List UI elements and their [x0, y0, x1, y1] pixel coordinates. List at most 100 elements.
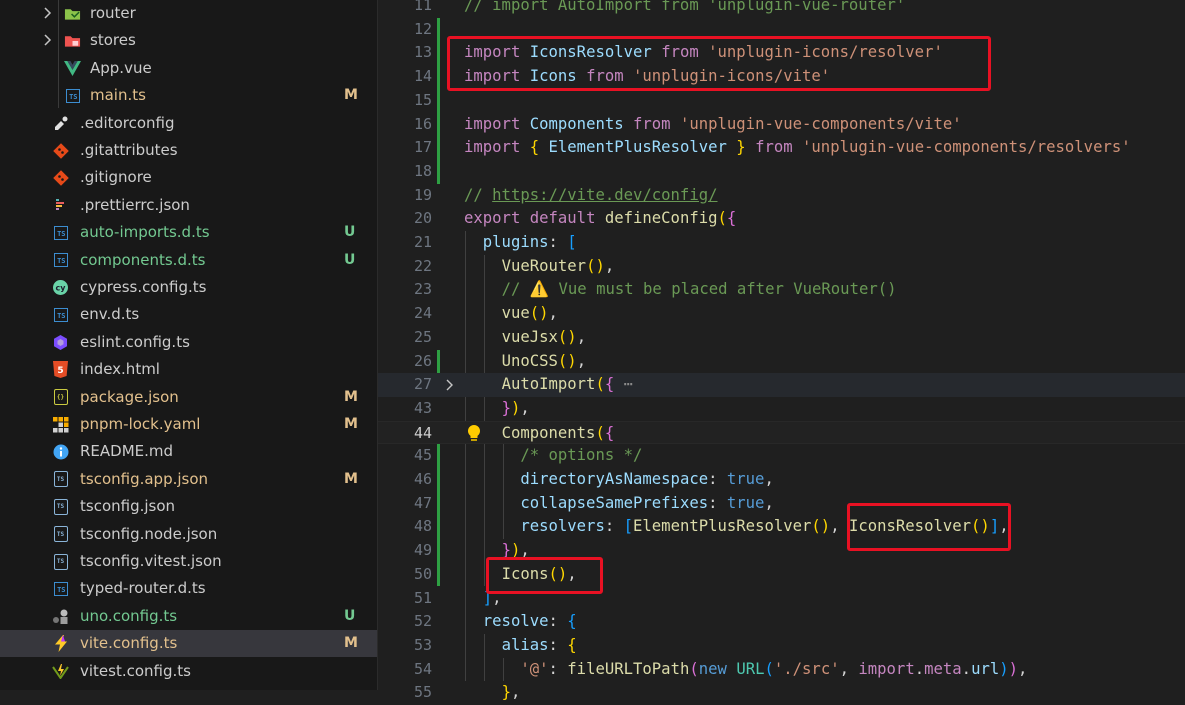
- file-item[interactable]: vite.config.ts M: [0, 630, 377, 658]
- tsconfig-icon: TS: [52, 526, 69, 543]
- code-text[interactable]: // ⚠️ Vue must be placed after VueRouter…: [464, 278, 897, 301]
- code-text[interactable]: collapseSamePrefixes: true,: [464, 492, 774, 515]
- code-line[interactable]: 55 },: [378, 681, 1185, 705]
- lightbulb-icon[interactable]: [466, 424, 482, 443]
- code-text[interactable]: import Components from 'unplugin-vue-com…: [464, 113, 962, 136]
- file-name: package.json: [80, 387, 179, 406]
- file-item[interactable]: .gitignore: [0, 164, 377, 191]
- file-item[interactable]: TS components.d.ts U: [0, 247, 377, 274]
- file-item[interactable]: TS tsconfig.json: [0, 493, 377, 520]
- code-line[interactable]: 48 resolvers: [ElementPlusResolver(), Ic…: [378, 515, 1185, 539]
- git-status-badge: U: [344, 251, 356, 268]
- code-line[interactable]: 11 // import AutoImport from 'unplugin-vu…: [378, 0, 1185, 18]
- code-line[interactable]: 20 export default defineConfig({: [378, 207, 1185, 231]
- file-item[interactable]: pnpm-lock.yaml M: [0, 411, 377, 438]
- file-item[interactable]: App.vue: [0, 55, 377, 82]
- svg-text:5: 5: [57, 366, 63, 376]
- code-line[interactable]: 44 Components({: [378, 420, 1185, 445]
- code-line[interactable]: 26 UnoCSS(),: [378, 350, 1185, 374]
- code-line[interactable]: 18: [378, 160, 1185, 184]
- code-token: '@': [520, 659, 549, 678]
- code-token: [: [623, 517, 634, 536]
- fold-chevron-icon[interactable]: [444, 377, 456, 391]
- code-text[interactable]: }),: [464, 397, 530, 420]
- code-text[interactable]: import { ElementPlusResolver } from 'unp…: [464, 136, 1131, 159]
- code-line[interactable]: 27 AutoImport({ ⋯: [378, 373, 1185, 397]
- code-line[interactable]: 23 // ⚠️ Vue must be placed after VueRou…: [378, 278, 1185, 302]
- code-token: AutoImport: [501, 375, 596, 394]
- chevron-right-icon[interactable]: [42, 5, 54, 21]
- code-line[interactable]: 45 /* options */: [378, 444, 1185, 468]
- code-line[interactable]: 16 import Components from 'unplugin-vue-c…: [378, 113, 1185, 137]
- code-editor[interactable]: 11 // import AutoImport from 'unplugin-vu…: [378, 0, 1185, 701]
- code-token: //: [464, 185, 493, 204]
- code-token: defineConfig: [604, 209, 718, 228]
- code-line[interactable]: 25 vueJsx(),: [378, 326, 1185, 350]
- code-text[interactable]: resolve: {: [464, 610, 577, 633]
- file-item[interactable]: {} package.json M: [0, 384, 377, 411]
- file-item[interactable]: .prettierrc.json: [0, 192, 377, 219]
- file-item[interactable]: TS env.d.ts: [0, 301, 377, 328]
- chevron-right-icon[interactable]: [42, 32, 54, 48]
- file-item[interactable]: TS tsconfig.node.json: [0, 521, 377, 548]
- file-item[interactable]: cy cypress.config.ts: [0, 274, 377, 301]
- file-name: tsconfig.json: [80, 497, 176, 516]
- file-item[interactable]: 5 index.html: [0, 356, 377, 383]
- code-line[interactable]: 24 vue(),: [378, 302, 1185, 326]
- code-line[interactable]: 53 alias: {: [378, 634, 1185, 658]
- code-text[interactable]: // import AutoImport from 'unplugin-vue-…: [464, 0, 905, 17]
- code-token: 'unplugin-vue-components/vite': [679, 114, 962, 133]
- code-token: meta: [924, 659, 962, 678]
- code-line[interactable]: 19 // https://vite.dev/config/: [378, 184, 1185, 208]
- code-text[interactable]: AutoImport({ ⋯: [464, 373, 633, 396]
- code-text[interactable]: vue(),: [464, 302, 558, 325]
- file-item[interactable]: TS main.ts M: [0, 82, 377, 109]
- file-item[interactable]: TS auto-imports.d.ts U: [0, 219, 377, 246]
- code-token: {: [604, 423, 615, 442]
- code-line[interactable]: 22 VueRouter(),: [378, 255, 1185, 279]
- pnpm-icon: [52, 416, 69, 433]
- code-line[interactable]: 52 resolve: {: [378, 610, 1185, 634]
- code-line[interactable]: 47 collapseSamePrefixes: true,: [378, 492, 1185, 516]
- file-item[interactable]: TS tsconfig.vitest.json: [0, 548, 377, 575]
- code-text[interactable]: plugins: [: [464, 231, 577, 254]
- code-text[interactable]: UnoCSS(),: [464, 350, 587, 373]
- code-token: :: [548, 659, 568, 678]
- code-text[interactable]: directoryAsNamespace: true,: [464, 468, 774, 491]
- highlight-box-icons-resolver: [847, 503, 1011, 551]
- file-item[interactable]: .editorconfig: [0, 110, 377, 137]
- line-number: 46: [413, 470, 432, 488]
- code-line[interactable]: 21 plugins: [: [378, 231, 1185, 255]
- folder-item[interactable]: stores: [0, 27, 377, 54]
- code-token: ElementPlusResolver: [548, 138, 727, 157]
- code-text[interactable]: export default defineConfig({: [464, 207, 736, 230]
- file-item[interactable]: TS typed-router.d.ts: [0, 575, 377, 602]
- code-line[interactable]: 46 directoryAsNamespace: true,: [378, 468, 1185, 492]
- code-text[interactable]: // https://vite.dev/config/: [464, 184, 718, 207]
- code-text[interactable]: '@': fileURLToPath(new URL('./src', impo…: [464, 658, 1027, 681]
- git-status-badge: M: [344, 388, 358, 405]
- code-text[interactable]: VueRouter(),: [464, 255, 615, 278]
- line-number: 18: [413, 161, 432, 180]
- file-name: vite.config.ts: [80, 634, 178, 653]
- code-text[interactable]: /* options */: [464, 444, 642, 467]
- line-number: 25: [413, 327, 432, 346]
- code-text[interactable]: Components({: [464, 422, 615, 445]
- code-text[interactable]: vueJsx(),: [464, 326, 587, 349]
- file-item[interactable]: .gitattributes: [0, 137, 377, 164]
- code-line[interactable]: 54 '@': fileURLToPath(new URL('./src', i…: [378, 658, 1185, 682]
- file-item[interactable]: uno.config.ts U: [0, 603, 377, 630]
- code-line[interactable]: 17 import { ElementPlusResolver } from 'u…: [378, 136, 1185, 160]
- file-item[interactable]: vitest.config.ts: [0, 658, 377, 685]
- code-text[interactable]: alias: {: [464, 634, 577, 657]
- code-text[interactable]: },: [464, 681, 521, 704]
- folder-item[interactable]: router: [0, 0, 377, 27]
- file-item[interactable]: TS tsconfig.app.json M: [0, 466, 377, 493]
- code-line[interactable]: 43 }),: [378, 397, 1185, 421]
- file-item[interactable]: eslint.config.ts: [0, 329, 377, 356]
- line-number: 53: [413, 635, 432, 654]
- code-line[interactable]: 15: [378, 89, 1185, 113]
- file-item[interactable]: README.md: [0, 438, 377, 465]
